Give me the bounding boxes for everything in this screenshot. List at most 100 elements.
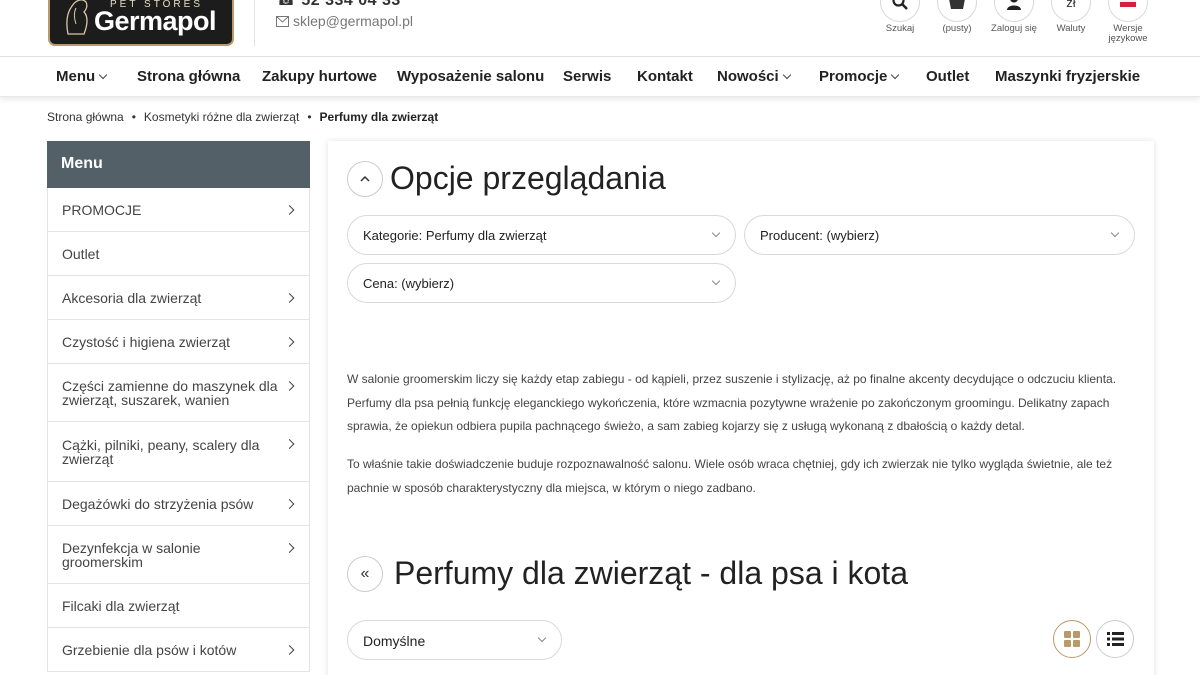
nav-service[interactable]: Serwis — [563, 68, 611, 85]
header-divider — [254, 0, 255, 46]
language-button[interactable]: Wersje językowe — [1098, 0, 1158, 44]
chevron-right-icon — [284, 644, 295, 655]
sidebar-item-nail-clippers[interactable]: Cążki, pilniki, peany, scalery dla zwier… — [47, 422, 310, 482]
price-filter-select[interactable]: Cena: (wybierz) — [347, 263, 736, 303]
nav-promotions[interactable]: Promocje — [819, 68, 900, 85]
chevron-up-icon — [360, 175, 370, 182]
sidebar-menu: Menu PROMOCJE Outlet Akcesoria dla zwier… — [47, 141, 310, 672]
breadcrumb-separator: • — [131, 110, 136, 124]
search-label: Szukaj — [885, 23, 915, 34]
price-filter-value: Cena: (wybierz) — [363, 276, 455, 291]
breadcrumb: Strona główna • Kosmetyki różne dla zwie… — [47, 110, 438, 124]
chevron-right-icon — [284, 439, 295, 449]
chevron-right-icon — [284, 204, 295, 215]
sidebar-item-label: Czystość i higiena zwierząt — [62, 333, 231, 350]
back-button[interactable]: « — [347, 556, 383, 592]
breadcrumb-home[interactable]: Strona główna — [47, 110, 124, 124]
envelope-icon — [276, 15, 289, 27]
producer-filter-select[interactable]: Producent: (wybierz) — [744, 215, 1135, 255]
nav-wholesale[interactable]: Zakupy hurtowe — [262, 68, 377, 85]
phone-number[interactable]: ☎ 52 334 04 33 — [276, 0, 401, 10]
sidebar-item-label: PROMOCJE — [62, 201, 142, 218]
chevron-down-icon — [891, 70, 900, 80]
main-content: Opcje przeglądania Kategorie: Perfumy dl… — [328, 141, 1154, 675]
sidebar-item-label: Cążki, pilniki, peany, scalery dla zwier… — [62, 436, 260, 467]
nav-home[interactable]: Strona główna — [137, 68, 240, 85]
chevron-down-icon — [711, 276, 721, 286]
chevron-right-icon — [284, 292, 295, 303]
language-label: Wersje językowe — [1108, 23, 1148, 44]
sidebar-item-label: Dezynfekcja w salonie groomerskim — [62, 539, 201, 570]
logo-brand: Germapol — [94, 6, 217, 36]
dog-silhouette-icon — [66, 0, 88, 35]
currency-button[interactable]: zł Waluty — [1041, 0, 1101, 34]
sidebar-item-accessories[interactable]: Akcesoria dla zwierząt — [47, 276, 310, 320]
email-link[interactable]: sklep@germapol.pl — [276, 13, 413, 29]
chevron-right-icon — [284, 498, 295, 509]
sidebar-item-outlet[interactable]: Outlet — [47, 232, 310, 276]
nav-menu[interactable]: Menu — [56, 68, 108, 85]
sidebar-item-disinfection[interactable]: Dezynfekcja w salonie groomerskim — [47, 526, 310, 584]
grid-view-button[interactable] — [1053, 620, 1091, 658]
list-view-button[interactable] — [1096, 620, 1134, 658]
logo[interactable]: PET STORES Germapol — [48, 0, 234, 46]
search-icon — [892, 0, 908, 10]
chevron-down-icon — [782, 70, 791, 80]
email-text: sklep@germapol.pl — [293, 13, 414, 29]
grid-view-icon — [1064, 631, 1080, 647]
sidebar-item-promocje[interactable]: PROMOCJE — [47, 188, 310, 232]
sidebar-item-combs[interactable]: Grzebienie dla psów i kotów — [47, 628, 310, 672]
collapse-filters-button[interactable] — [347, 161, 383, 197]
sidebar-item-label: Filcaki dla zwierząt — [62, 597, 180, 614]
nav-salon-equipment[interactable]: Wyposażenie salonu — [397, 68, 544, 85]
chevron-down-icon — [711, 228, 721, 238]
nav-contact[interactable]: Kontakt — [637, 68, 693, 85]
flag-icon — [1120, 0, 1136, 7]
sidebar-item-thinning-shears[interactable]: Degażówki do strzyżenia psów — [47, 482, 310, 526]
sidebar-item-spare-parts[interactable]: Części zamienne do maszynek dla zwierząt… — [47, 364, 310, 422]
double-chevron-left-icon: « — [360, 565, 370, 582]
breadcrumb-category[interactable]: Kosmetyki różne dla zwierząt — [144, 110, 299, 124]
currency-label: Waluty — [1056, 23, 1086, 34]
breadcrumb-separator: • — [307, 110, 312, 124]
list-view-icon — [1106, 632, 1124, 646]
main-nav: Menu Strona główna Zakupy hurtowe Wyposa… — [0, 57, 1200, 97]
chevron-right-icon — [284, 543, 295, 553]
nav-promotions-label: Promocje — [819, 68, 888, 85]
chevron-right-icon — [284, 381, 295, 391]
sidebar-item-label: Degażówki do strzyżenia psów — [62, 495, 254, 512]
chevron-right-icon — [284, 336, 295, 347]
chevron-down-icon — [537, 633, 547, 643]
login-label: Zaloguj się — [991, 23, 1037, 34]
sidebar-item-label: Grzebienie dla psów i kotów — [62, 641, 237, 658]
nav-outlet[interactable]: Outlet — [926, 68, 969, 85]
nav-menu-label: Menu — [56, 68, 96, 85]
basket-icon — [949, 0, 965, 9]
chevron-down-icon — [1110, 228, 1120, 238]
basket-label: (pusty) — [942, 23, 972, 34]
search-button[interactable]: Szukaj — [870, 0, 930, 34]
description-paragraph-2: To właśnie takie doświadczenie buduje ro… — [347, 457, 1113, 495]
basket-button[interactable]: (pusty) — [927, 0, 987, 34]
category-filter-select[interactable]: Kategorie: Perfumy dla zwierząt — [347, 215, 736, 255]
sidebar-item-label: Akcesoria dla zwierząt — [62, 289, 202, 306]
filters-title: Opcje przeglądania — [390, 160, 666, 196]
producer-filter-value: Producent: (wybierz) — [760, 228, 880, 243]
phone-icon: ☎ — [276, 0, 297, 9]
breadcrumb-current: Perfumy dla zwierząt — [319, 110, 439, 124]
currency-icon: zł — [1051, 0, 1091, 22]
sort-value: Domyślne — [363, 633, 426, 649]
user-icon — [1007, 0, 1021, 10]
sidebar-item-hygiene[interactable]: Czystość i higiena zwierząt — [47, 320, 310, 364]
nav-clippers[interactable]: Maszynki fryzjerskie — [995, 68, 1140, 85]
login-button[interactable]: Zaloguj się — [984, 0, 1044, 34]
nav-new[interactable]: Nowości — [717, 68, 791, 85]
sidebar-title: Menu — [47, 141, 310, 188]
sidebar-item-label: Outlet — [62, 245, 100, 262]
sort-select[interactable]: Domyślne — [347, 620, 562, 660]
description-paragraph-1: W salonie groomerskim liczy się każdy et… — [347, 372, 1117, 433]
nav-new-label: Nowości — [717, 68, 779, 85]
chevron-down-icon — [98, 70, 108, 80]
products-title: Perfumy dla zwierząt - dla psa i kota — [394, 555, 908, 591]
sidebar-item-dematting[interactable]: Filcaki dla zwierząt — [47, 584, 310, 628]
